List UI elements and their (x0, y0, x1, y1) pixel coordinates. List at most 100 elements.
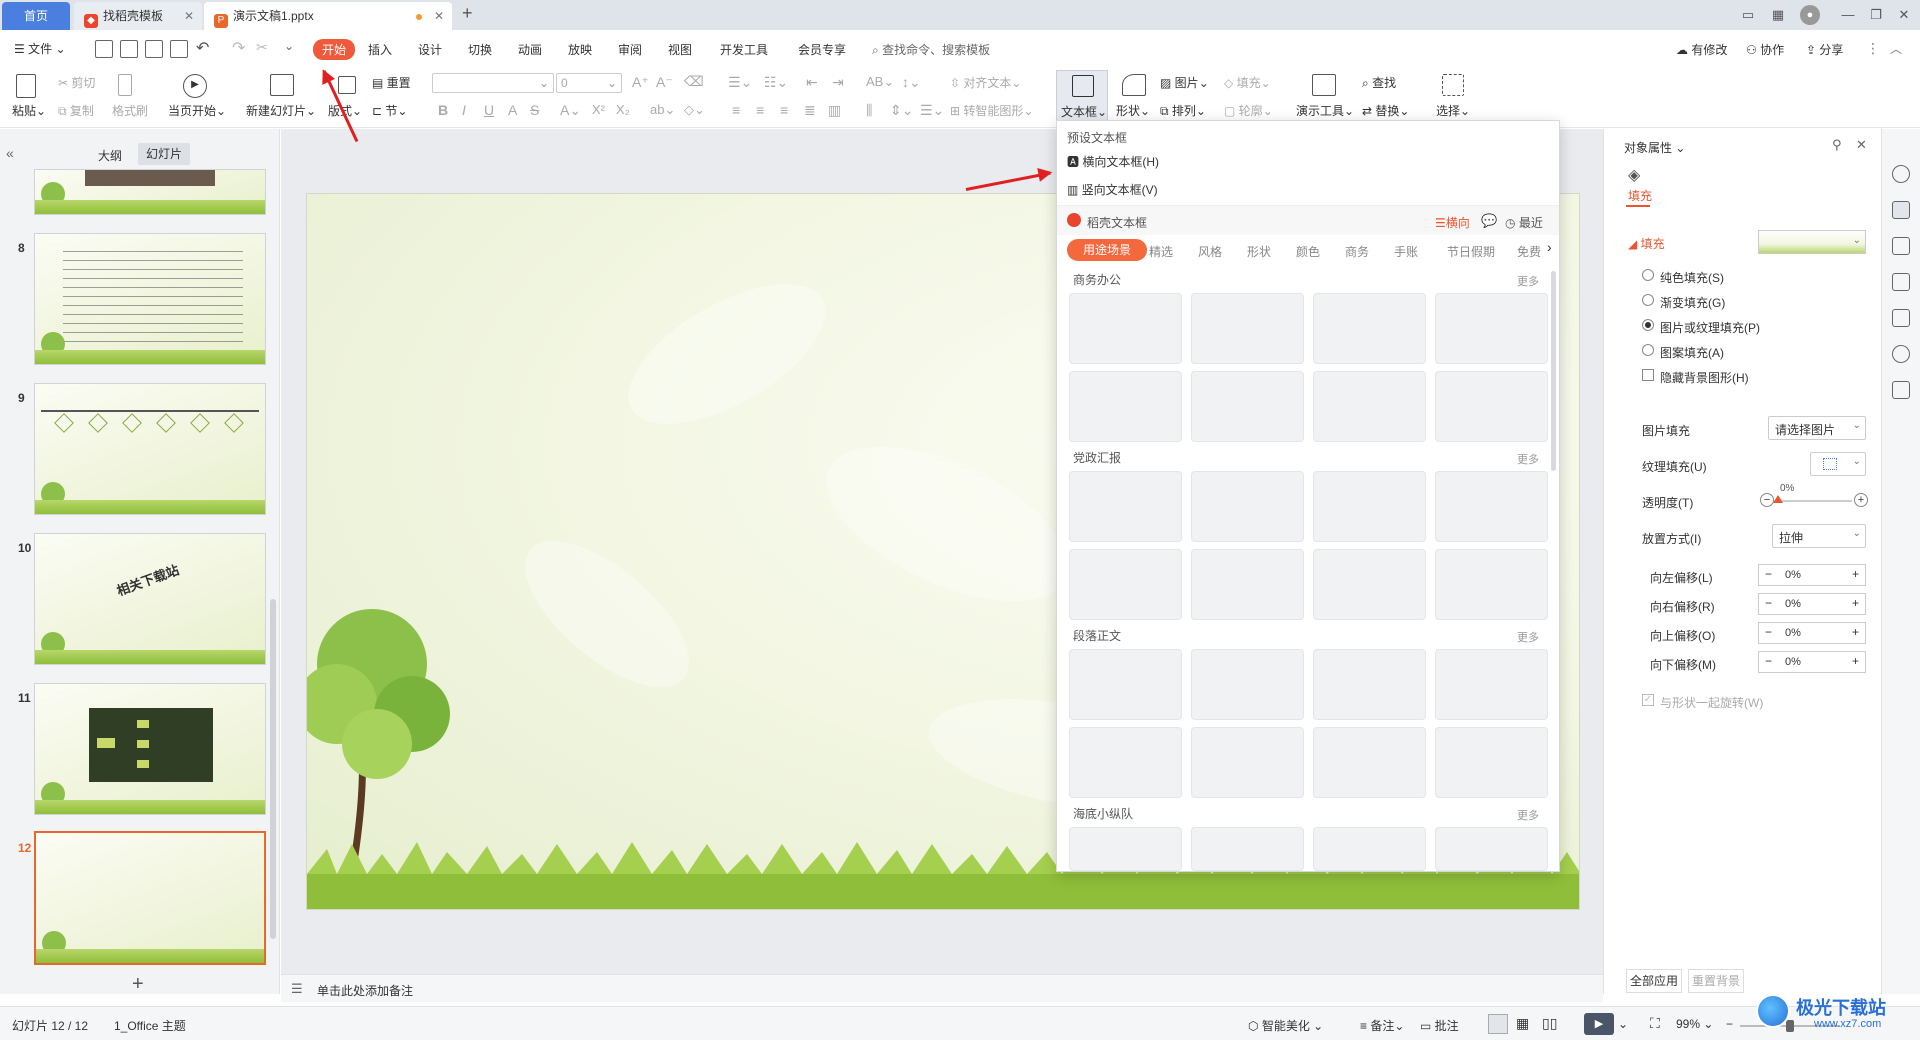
transition-icon[interactable] (1892, 273, 1910, 291)
animation-icon[interactable] (1892, 237, 1910, 255)
template-card[interactable] (1435, 293, 1548, 364)
fill-section-header[interactable]: ◢ 填充 (1628, 235, 1665, 252)
collapse-ribbon-icon[interactable]: ︿ (1890, 40, 1902, 57)
template-card[interactable] (1069, 371, 1182, 442)
close-icon[interactable]: ✕ (184, 2, 194, 30)
radio-solid[interactable] (1642, 269, 1654, 281)
hide-bg-checkbox[interactable] (1642, 369, 1654, 381)
more-icon[interactable]: ⋮ (1866, 40, 1880, 57)
template-card[interactable] (1191, 827, 1304, 871)
template-card[interactable] (1191, 293, 1304, 364)
sorter-view-icon[interactable]: ▦ (1516, 1015, 1529, 1032)
panel-title[interactable]: 对象属性 ⌄ (1624, 139, 1685, 156)
beautify-icon[interactable] (1892, 309, 1910, 327)
more-link[interactable]: 更多 (1517, 629, 1539, 645)
text-direction-icon[interactable]: AB⌄ (866, 74, 894, 90)
convert-smartart-button[interactable]: ⊞ 转智能图形⌄ (950, 102, 1033, 119)
undo-icon[interactable]: ↶ (196, 38, 209, 58)
file-menu[interactable]: ☰ 文件 ⌄ (14, 40, 66, 57)
italic-icon[interactable]: I (462, 102, 466, 118)
dropdown-scrollbar[interactable] (1551, 271, 1556, 471)
copy-button[interactable]: ⧉ 复制 (58, 102, 94, 119)
menu-review[interactable]: 审阅 (618, 41, 642, 58)
select-button[interactable]: 选择⌄ (1436, 102, 1470, 119)
tab-fill[interactable]: 填充 (1628, 187, 1652, 204)
template-card[interactable] (1069, 727, 1182, 798)
template-card[interactable] (1313, 649, 1426, 720)
justify-icon[interactable]: ≣ (804, 102, 816, 119)
highlight-icon[interactable]: ◇⌄ (684, 102, 705, 118)
char-spacing-icon[interactable]: ab⌄ (650, 102, 675, 118)
offset-left-stepper[interactable]: −0% + (1758, 564, 1866, 586)
radio-pattern[interactable] (1642, 344, 1654, 356)
chevron-right-icon[interactable]: › (1547, 239, 1552, 255)
book-icon[interactable] (1892, 381, 1910, 399)
find-button[interactable]: ⌕ 查找 (1362, 74, 1396, 91)
menu-home[interactable]: 开始 (313, 39, 356, 60)
template-card[interactable] (1191, 727, 1304, 798)
indent-decrease-icon[interactable]: ⇤ (806, 74, 818, 91)
bullet-list-icon[interactable]: ☰⌄ (728, 74, 752, 91)
template-card[interactable] (1313, 549, 1426, 620)
font-shrink-icon[interactable]: A⁻ (656, 74, 673, 91)
subscript-icon[interactable]: X₂ (616, 102, 630, 117)
zoom-out-icon[interactable]: − (1726, 1017, 1733, 1031)
present-tools-button[interactable]: 演示工具⌄ (1296, 102, 1354, 119)
more-link[interactable]: 更多 (1517, 807, 1539, 823)
transparency-slider[interactable] (1778, 500, 1852, 502)
collapse-panel-icon[interactable]: « (6, 145, 14, 161)
font-size-select[interactable]: 0 ⌄ (556, 73, 622, 93)
align-center-icon[interactable]: ≡ (756, 102, 764, 118)
template-card[interactable] (1191, 471, 1304, 542)
layout-icon[interactable]: ▭ (1736, 4, 1760, 26)
menu-animation[interactable]: 动画 (518, 41, 542, 58)
tab-home[interactable]: 首页 (2, 2, 70, 30)
font-color-icon[interactable]: A⌄ (560, 102, 581, 119)
slide-thumb-9[interactable] (34, 383, 266, 515)
play-slideshow-button[interactable]: ▶ (1584, 1013, 1614, 1035)
section-button[interactable]: ⊏ 节⌄ (372, 102, 407, 119)
slide-thumb-12[interactable] (34, 831, 266, 965)
print-preview-icon[interactable] (170, 40, 188, 58)
template-card[interactable] (1191, 649, 1304, 720)
notes-button[interactable]: ≡ 备注⌄ (1360, 1017, 1404, 1034)
close-window-icon[interactable]: ✕ (1892, 4, 1916, 26)
menu-slideshow[interactable]: 放映 (568, 41, 592, 58)
shadow-icon[interactable]: A (508, 102, 517, 118)
tab-slides[interactable]: 幻灯片 (138, 143, 190, 165)
location-icon[interactable] (1892, 345, 1910, 363)
shape-button[interactable]: 形状⌄ (1116, 102, 1150, 119)
vertical-textbox-item[interactable]: ▥ 竖向文本框(V) (1067, 181, 1158, 198)
save-icon[interactable] (95, 40, 113, 58)
category-color[interactable]: 颜色 (1296, 243, 1320, 260)
template-card[interactable] (1069, 649, 1182, 720)
notes-bar[interactable]: ☰ 单击此处添加备注 (281, 974, 1603, 1002)
zoom-level[interactable]: 99% ⌄ (1676, 1017, 1713, 1031)
avatar[interactable]: ● (1800, 5, 1820, 25)
distribute-icon[interactable]: ▥ (828, 102, 841, 119)
textbox-button[interactable]: 文本框⌄ (1056, 70, 1108, 124)
category-journal[interactable]: 手账 (1394, 243, 1418, 260)
template-card[interactable] (1435, 727, 1548, 798)
tab-docer-templates[interactable]: ◆ 找稻壳模板 ✕ (74, 2, 202, 30)
normal-view-icon[interactable] (1488, 1014, 1508, 1034)
tab-outline[interactable]: 大纲 (98, 147, 122, 164)
clear-format-icon[interactable]: ✂ (256, 39, 268, 56)
category-featured[interactable]: 精选 (1149, 243, 1173, 260)
placement-select[interactable]: 拉伸 ⌄ (1772, 524, 1866, 548)
template-card[interactable] (1313, 827, 1426, 871)
scrollbar[interactable] (270, 599, 276, 939)
menu-design[interactable]: 设计 (418, 41, 442, 58)
columns-icon[interactable]: ⫼ (866, 102, 872, 119)
template-card[interactable] (1435, 371, 1548, 442)
align-left-icon[interactable]: ≡ (732, 102, 740, 118)
category-free[interactable]: 免费 (1517, 243, 1545, 260)
rotate-checkbox[interactable]: ✓ (1642, 694, 1654, 706)
menu-transition[interactable]: 切换 (468, 41, 492, 58)
template-card[interactable] (1069, 827, 1182, 871)
template-card[interactable] (1435, 549, 1548, 620)
more-link[interactable]: 更多 (1517, 273, 1539, 289)
apps-grid-icon[interactable]: ▦ (1766, 4, 1790, 26)
horizontal-textbox-item[interactable]: 🅰 横向文本框(H) (1067, 153, 1159, 170)
slide-thumb-10[interactable]: 相关下载站 (34, 533, 266, 665)
